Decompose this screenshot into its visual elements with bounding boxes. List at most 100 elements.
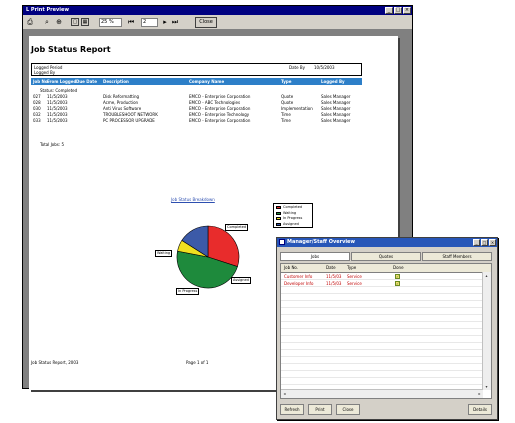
grid-header: Job No. Date Type Done — [281, 264, 491, 273]
details-button[interactable]: Details — [468, 404, 492, 415]
vertical-scrollbar[interactable]: ▴ ▾ — [482, 272, 491, 390]
report-cell: 11/5/2003 — [47, 94, 68, 99]
jobs-grid[interactable]: Job No. Date Type Done Customer Info 11/5… — [280, 263, 492, 399]
first-page-icon[interactable]: ⏮ — [127, 18, 135, 26]
report-cell: Time — [281, 118, 291, 123]
report-cell: 027 — [33, 94, 41, 99]
tab-staff-members[interactable]: Staff Members — [422, 252, 492, 261]
scroll-down-icon[interactable]: ▾ — [483, 383, 490, 390]
col-description: Description — [103, 79, 129, 84]
page-footer-right: Page 1 of 1 — [186, 360, 209, 365]
empty-row — [281, 364, 482, 371]
find-next-icon[interactable]: ⊕ — [55, 18, 63, 26]
report-cell: EMCO - Enterprise Technology — [189, 112, 250, 117]
status-group-label: Status: Completed — [40, 88, 78, 93]
report-cell: EMCO - Enterprise Corporation — [189, 118, 251, 123]
multi-page-icon[interactable]: ▦ — [81, 18, 89, 26]
empty-row — [281, 329, 482, 336]
grid-col-done[interactable]: Done — [393, 265, 404, 270]
col-due-date: Due Date — [76, 79, 97, 84]
report-cell: PC PROCESSOR UPGRADE — [103, 118, 155, 123]
date-value: 10/5/2003 — [314, 65, 335, 70]
report-cell: Sales Manager — [321, 100, 351, 105]
grid-col-date[interactable]: Date — [326, 265, 336, 270]
maximize-button[interactable]: □ — [394, 7, 402, 14]
table-row[interactable]: Customer Info 11/5/03 Service ✓ — [281, 273, 482, 280]
overview-tabs: Jobs Quotes Staff Members — [280, 252, 494, 261]
empty-row — [281, 301, 482, 308]
empty-row — [281, 371, 482, 378]
empty-row — [281, 287, 482, 294]
legend-swatch — [276, 211, 281, 215]
grid-cell: 11/5/03 — [326, 274, 342, 279]
report-cell: 11/5/2003 — [47, 100, 68, 105]
legend-label: Waiting — [283, 210, 297, 215]
empty-row — [281, 322, 482, 329]
report-cell: Sales Manager — [321, 94, 351, 99]
app-icon — [279, 239, 285, 245]
col-logged-by: Logged By — [321, 79, 345, 84]
report-cell: Disk Reformatting — [103, 94, 140, 99]
logged-by-label: Logged By — [34, 70, 56, 75]
report-cell: 11/5/2003 — [47, 106, 68, 111]
last-page-icon[interactable]: ⏭ — [171, 18, 179, 26]
chart-title: Job Status Breakdown — [171, 197, 215, 202]
overview-button-bar: Refresh Print Close Details — [280, 404, 494, 416]
empty-row — [281, 378, 482, 385]
empty-row — [281, 315, 482, 322]
maximize-button[interactable]: □ — [481, 239, 488, 246]
report-cell: Implementation — [281, 106, 313, 111]
col-from-logged: From Logged — [47, 79, 77, 84]
search-icon[interactable]: ⌕ — [43, 18, 51, 26]
one-page-icon[interactable]: ▢ — [71, 18, 79, 26]
grid-col-type[interactable]: Type — [347, 265, 356, 270]
date-label: Date By — [289, 65, 305, 70]
zoom-select[interactable]: 25 % — [99, 18, 122, 27]
report-cell: Sales Manager — [321, 118, 351, 123]
legend-label: In Progress — [283, 216, 303, 220]
page-number-input[interactable]: 2 — [141, 18, 158, 27]
print-icon[interactable]: ⎙ — [26, 18, 34, 26]
report-cell: Time — [281, 112, 291, 117]
window-title: L Print Preview — [23, 6, 412, 15]
report-cell: 033 — [33, 118, 41, 123]
minimize-button[interactable]: _ — [473, 239, 480, 246]
horizontal-scrollbar[interactable]: ◂ ▸ — [281, 389, 483, 398]
legend-item: In Progress — [276, 216, 312, 221]
close-button[interactable]: Close — [195, 17, 217, 28]
empty-row — [281, 308, 482, 315]
report-cell: EMCO - ABC Technologies — [189, 100, 241, 105]
close-window-button[interactable]: × — [489, 239, 496, 246]
table-row[interactable]: Developer Info 11/5/03 Service ✓ — [281, 280, 482, 287]
grid-col-job[interactable]: Job No. — [284, 265, 298, 270]
grid-cell: Developer Info — [284, 281, 314, 286]
col-type: Type — [281, 79, 292, 84]
done-checkbox[interactable]: ✓ — [395, 274, 400, 279]
report-cell: 030 — [33, 106, 41, 111]
tab-jobs[interactable]: Jobs — [280, 252, 350, 261]
close-window-button[interactable]: × — [403, 7, 411, 14]
next-page-icon[interactable]: ▸ — [161, 18, 169, 26]
report-criteria-box: Logged Period Logged By Date By 10/5/200… — [31, 63, 362, 76]
overview-window-controls: _ □ × — [473, 239, 496, 246]
grid-cell: 11/5/03 — [326, 281, 342, 286]
empty-row — [281, 357, 482, 364]
legend-swatch — [276, 217, 281, 220]
report-cell: Anti Virus Software — [103, 106, 142, 111]
refresh-button[interactable]: Refresh — [280, 404, 304, 415]
report-cell: 11/5/2003 — [47, 118, 68, 123]
done-checkbox[interactable]: ✓ — [395, 281, 400, 286]
scroll-left-icon[interactable]: ◂ — [281, 390, 288, 397]
minimize-button[interactable]: _ — [385, 7, 393, 14]
legend-swatch — [276, 206, 281, 209]
empty-row — [281, 294, 482, 301]
page-footer-left: Job Status Report, 2003 — [31, 360, 79, 365]
legend-label: Assigned — [283, 221, 299, 226]
scroll-up-icon[interactable]: ▴ — [483, 272, 490, 279]
scroll-right-icon[interactable]: ▸ — [476, 390, 483, 397]
report-cell: Sales Manager — [321, 112, 351, 117]
tab-quotes[interactable]: Quotes — [351, 252, 421, 261]
close-button[interactable]: Close — [336, 404, 360, 415]
print-button[interactable]: Print — [308, 404, 332, 415]
report-cell: TROUBLESHOOT NETWORK — [103, 112, 158, 117]
